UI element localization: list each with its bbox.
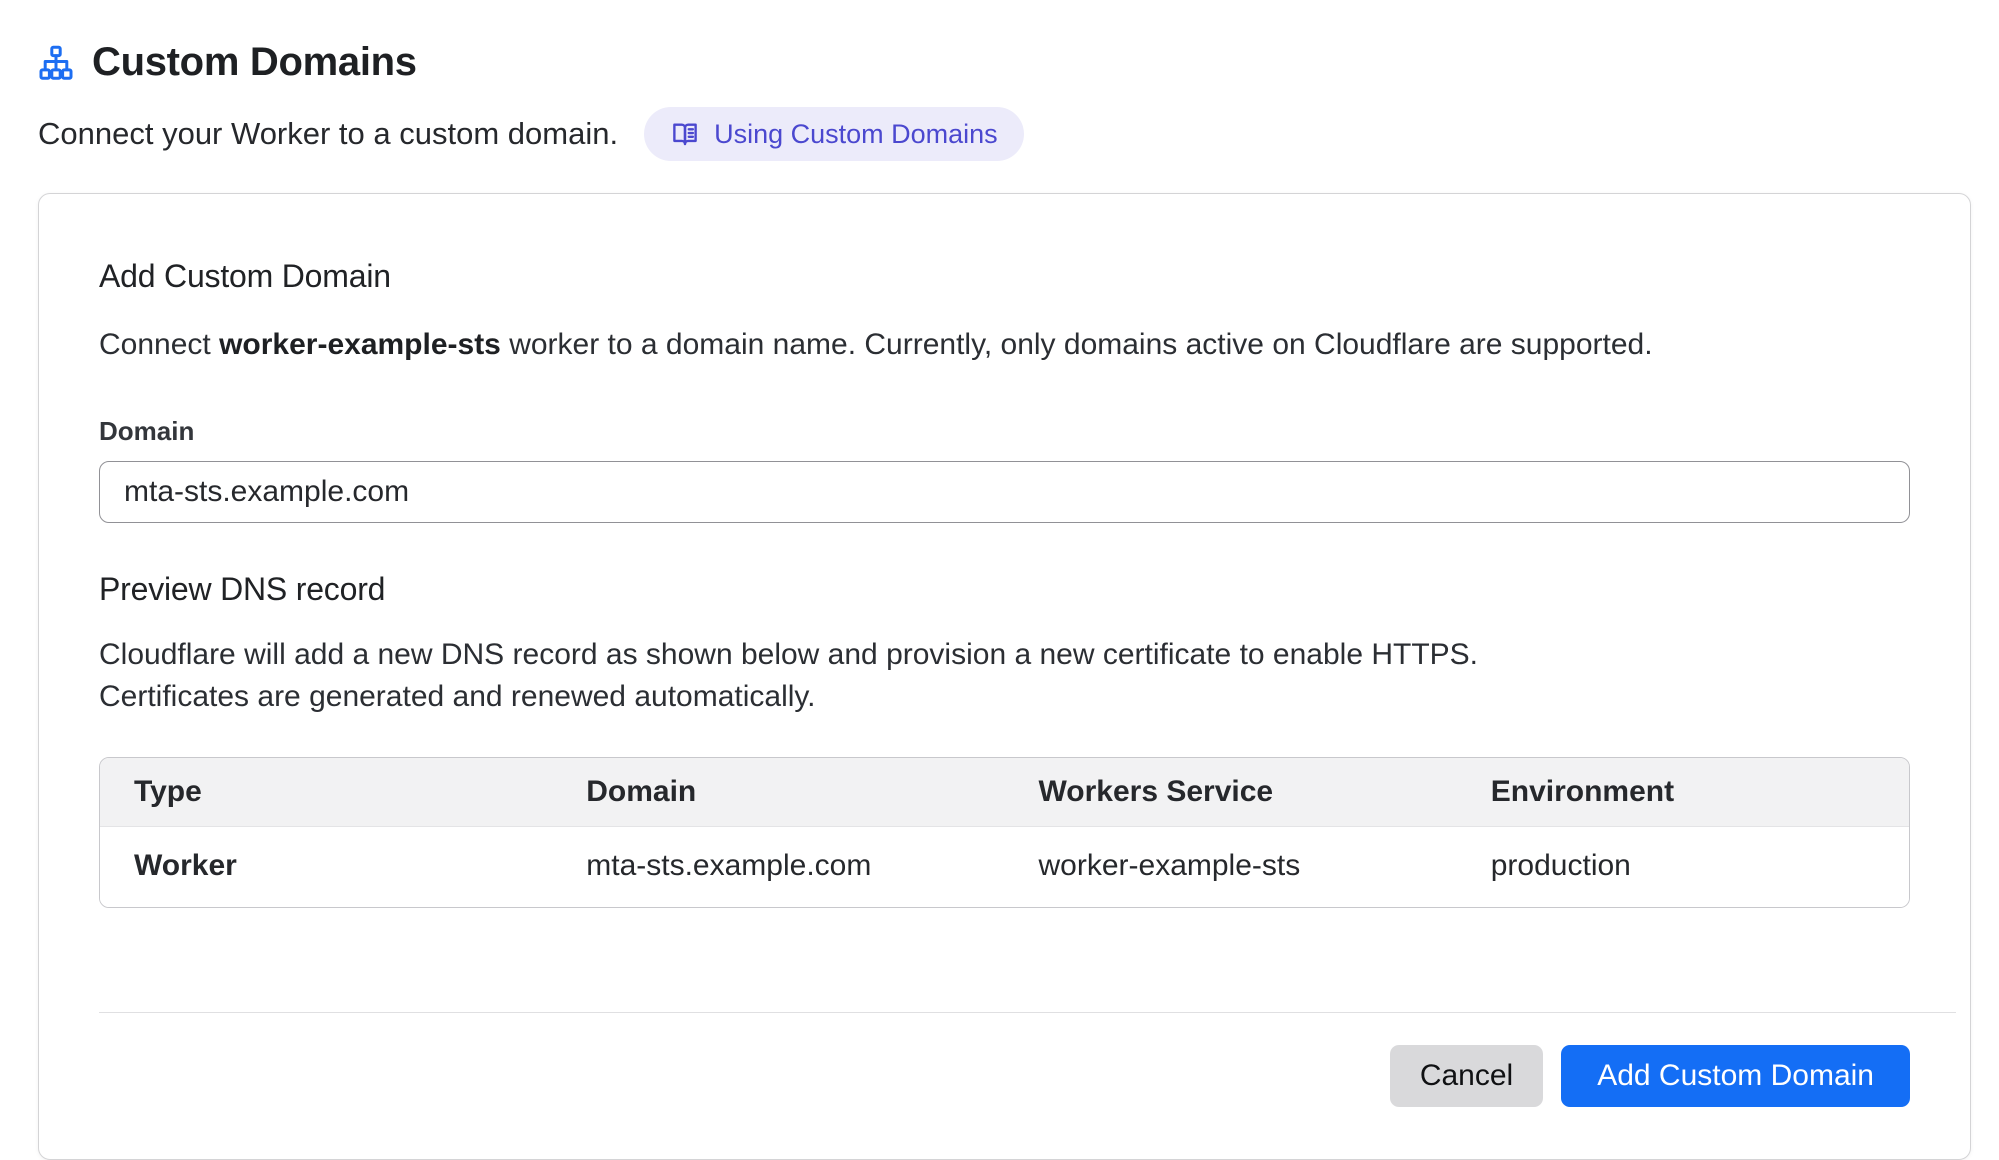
page-header: Custom Domains	[38, 40, 1961, 85]
sitemap-icon	[38, 45, 74, 81]
page-subtitle-row: Connect your Worker to a custom domain. …	[38, 107, 1961, 161]
cancel-button[interactable]: Cancel	[1390, 1045, 1543, 1107]
column-header-workers-service: Workers Service	[1005, 758, 1457, 827]
cell-type: Worker	[100, 826, 552, 907]
preview-dns-description: Cloudflare will add a new DNS record as …	[99, 634, 1599, 719]
table-header-row: Type Domain Workers Service Environment	[100, 758, 1909, 827]
page-subtitle: Connect your Worker to a custom domain.	[38, 116, 618, 152]
card-heading: Add Custom Domain	[99, 258, 1910, 295]
domain-input[interactable]	[99, 461, 1910, 523]
column-header-environment: Environment	[1457, 758, 1909, 827]
worker-name: worker-example-sts	[219, 328, 501, 361]
domain-field-label: Domain	[99, 416, 1910, 447]
cell-environment: production	[1457, 826, 1909, 907]
table-row: Worker mta-sts.example.com worker-exampl…	[100, 826, 1909, 907]
add-custom-domain-button[interactable]: Add Custom Domain	[1561, 1045, 1910, 1107]
cell-domain: mta-sts.example.com	[552, 826, 1004, 907]
description-prefix: Connect	[99, 328, 219, 361]
page-title: Custom Domains	[92, 40, 417, 85]
card-description: Connect worker-example-sts worker to a d…	[99, 325, 1910, 366]
description-suffix: worker to a domain name. Currently, only…	[501, 328, 1653, 361]
dns-preview-table: Type Domain Workers Service Environment …	[99, 757, 1910, 908]
column-header-type: Type	[100, 758, 552, 827]
custom-domains-page: Custom Domains Connect your Worker to a …	[0, 0, 1999, 1160]
footer-divider	[99, 1012, 1956, 1013]
docs-badge-label: Using Custom Domains	[714, 119, 998, 150]
footer-actions: Cancel Add Custom Domain	[99, 1045, 1910, 1107]
preview-dns-heading: Preview DNS record	[99, 571, 1910, 608]
column-header-domain: Domain	[552, 758, 1004, 827]
cell-workers-service: worker-example-sts	[1005, 826, 1457, 907]
open-book-icon	[670, 119, 700, 149]
add-custom-domain-card: Add Custom Domain Connect worker-example…	[38, 193, 1971, 1160]
docs-badge-link[interactable]: Using Custom Domains	[644, 107, 1024, 161]
